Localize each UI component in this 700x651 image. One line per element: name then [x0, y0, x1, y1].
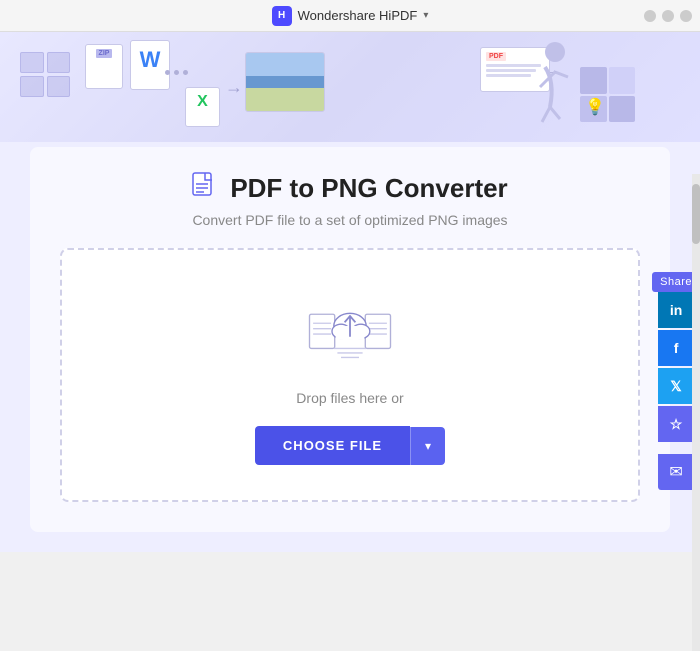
- grid-cell: [580, 67, 607, 94]
- lightbulb-icon: 💡: [585, 97, 605, 117]
- app-logo-icon: H: [278, 10, 285, 21]
- linkedin-share-button[interactable]: in: [658, 292, 694, 328]
- facebook-icon: f: [674, 340, 679, 356]
- grid-cell: [609, 67, 636, 94]
- pdf-to-png-icon: [192, 172, 220, 204]
- scrollbar[interactable]: [692, 174, 700, 651]
- character-illustration: [510, 37, 570, 137]
- share-buttons: in f 𝕏 ☆: [658, 292, 694, 442]
- app-title: Wondershare HiPDF: [298, 8, 418, 23]
- converter-title: PDF to PNG Converter: [230, 173, 507, 204]
- excel-letter: X: [197, 93, 208, 111]
- converter-title-row: PDF to PNG Converter: [60, 172, 640, 204]
- upload-illustration: [305, 290, 395, 370]
- converter-subtitle: Convert PDF file to a set of optimized P…: [60, 212, 640, 228]
- grid-cell: [20, 52, 44, 73]
- title-chevron-icon[interactable]: ▾: [423, 10, 428, 21]
- dots-connector: [165, 70, 188, 75]
- grid-cell: [20, 76, 44, 97]
- choose-file-row: CHOOSE FILE ▾: [255, 426, 445, 465]
- favorite-button[interactable]: ☆: [658, 406, 694, 442]
- image-decoration: [245, 52, 325, 112]
- email-button[interactable]: ✉: [658, 454, 694, 490]
- drop-files-label: Drop files here or: [296, 390, 403, 406]
- excel-icon-decoration: X: [185, 87, 220, 127]
- window-controls: [644, 10, 692, 22]
- title-bar-content: H Wondershare HiPDF ▾: [272, 6, 429, 26]
- word-icon-decoration: W: [130, 40, 170, 90]
- dot: [183, 70, 188, 75]
- hero-banner: ZIP W X → PDF: [0, 32, 700, 142]
- word-letter: W: [140, 47, 161, 73]
- app-logo: H: [272, 6, 292, 26]
- scrollbar-thumb[interactable]: [692, 184, 700, 244]
- linkedin-icon: in: [670, 302, 682, 318]
- win-close-btn[interactable]: [644, 10, 656, 22]
- win-minimize-btn[interactable]: [662, 10, 674, 22]
- mountain-image: [246, 53, 324, 111]
- main-content-area: PDF to PNG Converter Convert PDF file to…: [30, 147, 670, 532]
- facebook-share-button[interactable]: f: [658, 330, 694, 366]
- grid-cell: [47, 52, 71, 73]
- grid-cell: [47, 76, 71, 97]
- title-bar: H Wondershare HiPDF ▾: [0, 0, 700, 32]
- choose-file-button[interactable]: CHOOSE FILE: [255, 426, 410, 465]
- win-maximize-btn[interactable]: [680, 10, 692, 22]
- arrow-icon: →: [225, 77, 243, 98]
- dot: [174, 70, 179, 75]
- twitter-icon: 𝕏: [670, 378, 681, 395]
- twitter-share-button[interactable]: 𝕏: [658, 368, 694, 404]
- email-icon: ✉: [669, 462, 682, 482]
- dot: [165, 70, 170, 75]
- drop-zone[interactable]: Drop files here or CHOOSE FILE ▾: [60, 248, 640, 502]
- dropdown-arrow-icon: ▾: [425, 439, 431, 453]
- choose-file-dropdown-button[interactable]: ▾: [410, 427, 445, 465]
- grid-cell: [609, 96, 636, 123]
- star-icon: ☆: [670, 416, 683, 433]
- grid-decoration-left: [20, 52, 70, 97]
- zip-label: ZIP: [96, 49, 113, 58]
- pdf-label: PDF: [486, 52, 506, 61]
- banner-decorations: ZIP W X → PDF: [0, 32, 700, 142]
- zip-icon-decoration: ZIP: [85, 44, 123, 89]
